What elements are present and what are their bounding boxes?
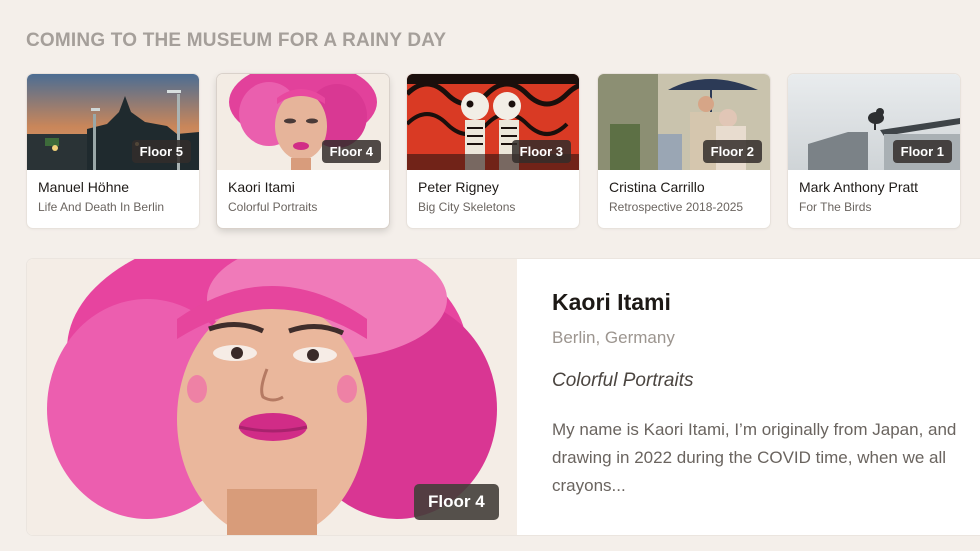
- floor-badge: Floor 2: [702, 140, 762, 163]
- series-title: Life And Death In Berlin: [38, 200, 165, 214]
- artist-name: Kaori Itami: [228, 179, 295, 195]
- artist-name: Manuel Höhne: [38, 179, 130, 195]
- artist-name: Cristina Carrillo: [609, 179, 705, 195]
- artwork-thumbnail: Floor 5: [27, 74, 199, 170]
- bio-line: My name is Kaori Itami, I’m originally f…: [552, 420, 957, 439]
- artwork-thumbnail: Floor 2: [598, 74, 770, 170]
- floor-badge: Floor 4: [414, 484, 499, 520]
- series-title: Colorful Portraits: [228, 200, 318, 214]
- artist-card-mark-anthony-pratt[interactable]: Floor 1 Mark Anthony Pratt For The Birds: [788, 74, 960, 228]
- artwork-thumbnail: Floor 3: [407, 74, 579, 170]
- featured-artwork: Floor 4: [27, 259, 517, 535]
- artwork-thumbnail: Floor 1: [788, 74, 960, 170]
- series-title: For The Birds: [799, 200, 872, 214]
- floor-badge: Floor 4: [321, 140, 381, 163]
- artist-card-kaori-itami[interactable]: Floor 4 Kaori Itami Colorful Portraits: [217, 74, 389, 228]
- bio-line: crayons...: [552, 476, 626, 495]
- series-title: Retrospective 2018-2025: [609, 200, 744, 214]
- floor-badge: Floor 3: [511, 140, 571, 163]
- artist-name: Mark Anthony Pratt: [799, 179, 919, 195]
- bio-line: drawing in 2022 during the COVID time, w…: [552, 448, 947, 467]
- detail-bio: My name is Kaori Itami, I’m originally f…: [552, 416, 980, 500]
- detail-artist-name: Kaori Itami: [552, 289, 671, 315]
- detail-location: Berlin, Germany: [552, 328, 675, 347]
- series-title: Big City Skeletons: [418, 200, 516, 214]
- detail-series-title: Colorful Portraits: [552, 370, 694, 391]
- artist-card-cristina-carrillo[interactable]: Floor 2 Cristina Carrillo Retrospective …: [598, 74, 770, 228]
- artist-name: Peter Rigney: [418, 179, 499, 195]
- artwork-thumbnail: Floor 4: [217, 74, 389, 170]
- artist-card-manuel-hohne[interactable]: Floor 5 Manuel Höhne Life And Death In B…: [27, 74, 199, 228]
- artist-detail-panel: Floor 4 Kaori Itami Berlin, Germany Colo…: [27, 259, 980, 535]
- artist-card-peter-rigney[interactable]: Floor 3 Peter Rigney Big City Skeletons: [407, 74, 579, 228]
- floor-badge: Floor 5: [131, 140, 191, 163]
- floor-badge: Floor 1: [892, 140, 952, 163]
- section-heading: COMING TO THE MUSEUM FOR A RAINY DAY: [26, 30, 447, 51]
